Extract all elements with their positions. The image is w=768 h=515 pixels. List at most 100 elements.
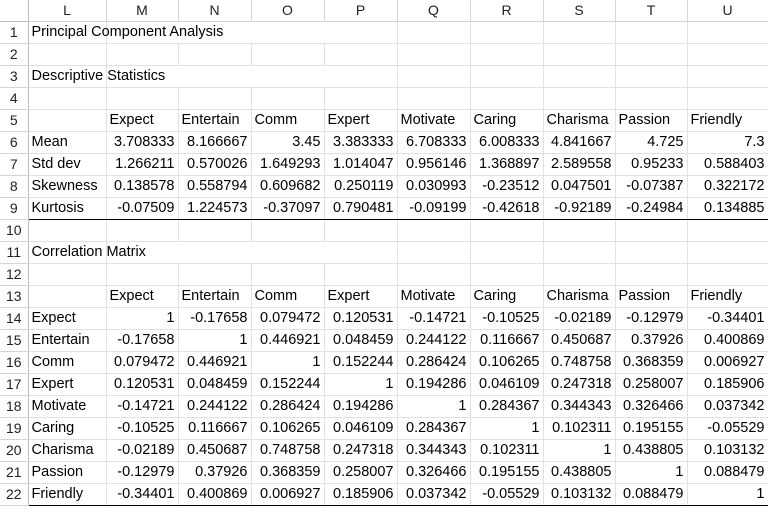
cell[interactable]	[324, 43, 398, 66]
cell[interactable]	[543, 241, 616, 264]
stats-variable-header[interactable]: Charisma	[543, 109, 616, 132]
stats-variable-header[interactable]: Comm	[251, 109, 325, 132]
value-cell[interactable]: 0.138578	[106, 175, 179, 198]
value-cell[interactable]: 0.446921	[178, 351, 252, 374]
cell[interactable]: Correlation Matrix	[28, 241, 146, 264]
cell[interactable]	[178, 241, 251, 264]
cell[interactable]	[470, 65, 544, 88]
row-header[interactable]: 21	[0, 461, 29, 484]
value-cell[interactable]: -0.17658	[106, 329, 179, 352]
value-cell[interactable]: 0.748758	[251, 439, 325, 462]
value-cell[interactable]: -0.09199	[397, 197, 471, 220]
value-cell[interactable]: -0.14721	[106, 395, 179, 418]
value-cell[interactable]: 0.344343	[397, 439, 471, 462]
value-cell[interactable]: 0.120531	[324, 307, 398, 330]
cell[interactable]	[251, 263, 325, 286]
value-cell[interactable]: 0.400869	[687, 329, 768, 352]
cell[interactable]	[106, 43, 179, 66]
column-header[interactable]: T	[615, 0, 688, 22]
value-cell[interactable]: 0.326466	[397, 461, 471, 484]
row-header[interactable]: 7	[0, 153, 29, 176]
value-cell[interactable]: 0.194286	[397, 373, 471, 396]
value-cell[interactable]: 0.37926	[178, 461, 252, 484]
value-cell[interactable]: 0.102311	[543, 417, 616, 440]
value-cell[interactable]: 0.368359	[251, 461, 325, 484]
value-cell[interactable]: 0.030993	[397, 175, 471, 198]
value-cell[interactable]: -0.07509	[106, 197, 179, 220]
cell[interactable]	[324, 219, 398, 242]
stats-variable-header[interactable]: Passion	[615, 109, 688, 132]
column-header[interactable]: N	[178, 0, 252, 22]
cell[interactable]	[251, 87, 325, 110]
value-cell[interactable]: 0.956146	[397, 153, 471, 176]
value-cell[interactable]: 0.037342	[687, 395, 768, 418]
cell[interactable]	[687, 21, 768, 44]
row-header[interactable]: 2	[0, 43, 29, 66]
cell[interactable]	[543, 43, 616, 66]
stat-label[interactable]: Kurtosis	[27, 197, 107, 220]
value-cell[interactable]: 3.383333	[324, 131, 398, 154]
row-header[interactable]: 8	[0, 175, 29, 198]
value-cell[interactable]: 7.3	[687, 131, 768, 154]
cell[interactable]	[251, 219, 325, 242]
row-header[interactable]: 14	[0, 307, 29, 330]
corr-variable-header[interactable]: Caring	[470, 285, 544, 308]
value-cell[interactable]: -0.24984	[615, 197, 688, 220]
value-cell[interactable]: -0.12979	[106, 461, 179, 484]
value-cell[interactable]: 0.326466	[615, 395, 688, 418]
value-cell[interactable]: 0.450687	[543, 329, 616, 352]
column-header[interactable]: R	[470, 0, 544, 22]
value-cell[interactable]: 0.247318	[324, 439, 398, 462]
value-cell[interactable]: 0.286424	[397, 351, 471, 374]
stats-variable-header[interactable]: Friendly	[687, 109, 768, 132]
value-cell[interactable]: 1.368897	[470, 153, 544, 176]
cell[interactable]	[251, 21, 324, 44]
row-header[interactable]: 11	[0, 241, 29, 264]
value-cell[interactable]: 0.134885	[687, 197, 768, 220]
cell[interactable]	[615, 263, 688, 286]
value-cell[interactable]: 0.185906	[687, 373, 768, 396]
value-cell[interactable]: 0.048459	[178, 373, 252, 396]
cell[interactable]	[251, 241, 324, 264]
cell[interactable]	[178, 219, 252, 242]
column-header[interactable]: M	[106, 0, 179, 22]
value-cell[interactable]: 0.247318	[543, 373, 616, 396]
value-cell[interactable]: 0.37926	[615, 329, 688, 352]
value-cell[interactable]: 0.446921	[251, 329, 325, 352]
value-cell[interactable]: 1.266211	[106, 153, 179, 176]
value-cell[interactable]: 1	[687, 483, 768, 506]
value-cell[interactable]: 6.008333	[470, 131, 544, 154]
value-cell[interactable]: 0.048459	[324, 329, 398, 352]
value-cell[interactable]: 0.037342	[397, 483, 471, 506]
corr-row-label[interactable]: Comm	[27, 351, 107, 374]
corr-variable-header[interactable]: Passion	[615, 285, 688, 308]
value-cell[interactable]: 0.116667	[470, 329, 544, 352]
value-cell[interactable]: 8.166667	[178, 131, 252, 154]
corr-row-label[interactable]: Passion	[27, 461, 107, 484]
cell[interactable]	[615, 219, 688, 242]
row-header[interactable]: 13	[0, 285, 29, 308]
row-header[interactable]: 15	[0, 329, 29, 352]
value-cell[interactable]: -0.10525	[470, 307, 544, 330]
cell[interactable]	[397, 241, 471, 264]
value-cell[interactable]: 0.438805	[543, 461, 616, 484]
value-cell[interactable]: 0.368359	[615, 351, 688, 374]
cell[interactable]	[615, 87, 688, 110]
row-header[interactable]: 1	[0, 21, 29, 44]
cell[interactable]	[28, 87, 107, 110]
value-cell[interactable]: 0.006927	[687, 351, 768, 374]
value-cell[interactable]: 4.841667	[543, 131, 616, 154]
cell[interactable]	[28, 109, 107, 132]
cell[interactable]	[324, 263, 398, 286]
cell[interactable]	[543, 65, 616, 88]
value-cell[interactable]: 1.224573	[178, 197, 252, 220]
corr-row-label[interactable]: Expect	[27, 307, 107, 330]
value-cell[interactable]: 0.284367	[397, 417, 471, 440]
value-cell[interactable]: 0.102311	[470, 439, 544, 462]
row-header[interactable]: 3	[0, 65, 29, 88]
value-cell[interactable]: -0.05529	[470, 483, 544, 506]
value-cell[interactable]: 0.079472	[251, 307, 325, 330]
value-cell[interactable]: -0.17658	[178, 307, 252, 330]
row-header[interactable]: 12	[0, 263, 29, 286]
cell[interactable]	[687, 263, 768, 286]
